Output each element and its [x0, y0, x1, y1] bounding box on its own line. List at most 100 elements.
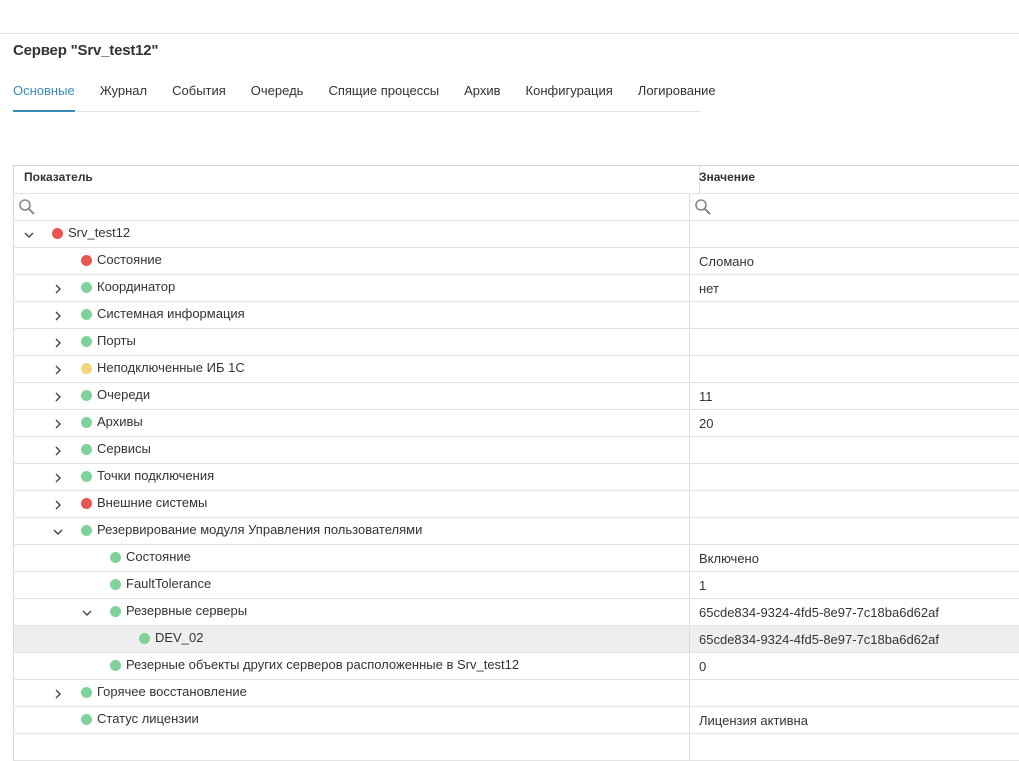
column-header-indicator[interactable]: Показатель [14, 166, 700, 193]
tree-row[interactable] [13, 734, 1019, 761]
chevron-right-icon[interactable] [51, 687, 65, 701]
status-indicator [81, 714, 92, 725]
row-label: Системная информация [97, 306, 245, 321]
tree-row[interactable]: DEV_02 65cde834-9324-4fd5-8e97-7c18ba6d62… [13, 626, 1019, 653]
indicator-cell: Состояние [14, 248, 690, 274]
row-label: Сервисы [97, 441, 151, 456]
row-value: нет [699, 281, 719, 296]
chevron-right-icon[interactable] [51, 336, 65, 350]
row-value: 20 [699, 416, 714, 431]
status-indicator [139, 633, 150, 644]
tree-row[interactable]: Порты [13, 329, 1019, 356]
tab-queue[interactable]: Очередь [251, 84, 304, 111]
value-cell: 65cde834-9324-4fd5-8e97-7c18ba6d62af [690, 599, 1019, 625]
chevron-down-icon[interactable] [51, 525, 65, 539]
row-label: Состояние [97, 252, 162, 267]
tree-row[interactable]: Состояние Включено [13, 545, 1019, 572]
row-value: 11 [699, 389, 713, 404]
tab-logging[interactable]: Логирование [638, 84, 716, 111]
grid-filter-row [13, 194, 1019, 221]
chevron-right-icon[interactable] [51, 444, 65, 458]
tree-row[interactable]: FaultTolerance 1 [13, 572, 1019, 599]
tab-sleeping-processes[interactable]: Спящие процессы [328, 84, 439, 111]
row-label: Резервирование модуля Управления пользов… [97, 522, 423, 537]
tab-main[interactable]: Основные [13, 84, 75, 112]
status-indicator [81, 282, 92, 293]
indicator-filter-field[interactable] [14, 194, 690, 220]
top-divider [0, 33, 1019, 34]
column-header-value[interactable]: Значение [690, 166, 1019, 193]
value-cell: 65cde834-9324-4fd5-8e97-7c18ba6d62af [690, 626, 1019, 652]
chevron-down-icon[interactable] [80, 606, 94, 620]
tab-archive[interactable]: Архив [464, 84, 500, 111]
tree-body: Srv_test12 Состояние Сломано Координатор нет… [13, 221, 1019, 761]
chevron-down-icon[interactable] [22, 228, 36, 242]
chevron-right-icon[interactable] [51, 390, 65, 404]
tree-row[interactable]: Внешние системы [13, 491, 1019, 518]
status-indicator [81, 336, 92, 347]
row-value: 65cde834-9324-4fd5-8e97-7c18ba6d62af [699, 605, 939, 620]
indicator-cell: Системная информация [14, 302, 690, 328]
indicator-cell: Статус лицензии [14, 707, 690, 733]
value-cell [690, 437, 1019, 463]
indicator-cell: DEV_02 [14, 626, 690, 652]
chevron-right-icon[interactable] [51, 498, 65, 512]
value-cell [690, 356, 1019, 382]
value-cell: нет [690, 275, 1019, 301]
status-indicator [81, 525, 92, 536]
row-label: Порты [97, 333, 136, 348]
tab-configuration[interactable]: Конфигурация [526, 84, 613, 111]
row-label: Внешние системы [97, 495, 208, 510]
indicator-cell: Резервные серверы [14, 599, 690, 625]
status-indicator [81, 444, 92, 455]
tree-row[interactable]: Горячее восстановление [13, 680, 1019, 707]
row-label: Очереди [97, 387, 151, 402]
tree-row[interactable]: Архивы 20 [13, 410, 1019, 437]
tree-row[interactable]: Неподключенные ИБ 1С [13, 356, 1019, 383]
value-cell [690, 680, 1019, 706]
tree-row[interactable]: Статус лицензии Лицензия активна [13, 707, 1019, 734]
page-title: Сервер "Srv_test12" [13, 42, 159, 59]
row-value: Включено [699, 551, 759, 566]
search-icon [695, 199, 711, 215]
value-cell [690, 302, 1019, 328]
row-label: Состояние [126, 549, 191, 564]
tree-row[interactable]: Очереди 11 [13, 383, 1019, 410]
status-indicator [81, 687, 92, 698]
tree-grid: Показатель Значение Srv_test12 Состояние С… [13, 165, 1019, 761]
status-indicator [81, 255, 92, 266]
indicator-cell: Состояние [14, 545, 690, 571]
tree-row[interactable]: Состояние Сломано [13, 248, 1019, 275]
tab-journal[interactable]: Журнал [100, 84, 147, 111]
chevron-right-icon[interactable] [51, 282, 65, 296]
chevron-right-icon[interactable] [51, 309, 65, 323]
indicator-cell: Резерные объекты других серверов располо… [14, 653, 690, 679]
status-indicator [81, 363, 92, 374]
row-label: Точки подключения [97, 468, 215, 483]
tree-row[interactable]: Точки подключения [13, 464, 1019, 491]
status-indicator [81, 390, 92, 401]
chevron-right-icon[interactable] [51, 471, 65, 485]
tab-bar: Основные Журнал События Очередь Спящие п… [13, 84, 716, 112]
row-label: Резервные серверы [126, 603, 248, 618]
indicator-cell: Координатор [14, 275, 690, 301]
tree-row[interactable]: Резервные серверы 65cde834-9324-4fd5-8e97… [13, 599, 1019, 626]
chevron-right-icon[interactable] [51, 363, 65, 377]
tree-row[interactable]: Резервирование модуля Управления пользов… [13, 518, 1019, 545]
value-cell: 0 [690, 653, 1019, 679]
row-value: Лицензия активна [699, 713, 808, 728]
status-indicator [81, 471, 92, 482]
tree-row[interactable]: Координатор нет [13, 275, 1019, 302]
tab-events[interactable]: События [172, 84, 226, 111]
value-filter-field[interactable] [690, 194, 1019, 220]
tree-row[interactable]: Srv_test12 [13, 221, 1019, 248]
row-value: 1 [699, 578, 707, 593]
tree-row[interactable]: Системная информация [13, 302, 1019, 329]
value-cell [690, 329, 1019, 355]
chevron-right-icon[interactable] [51, 417, 65, 431]
row-label: Горячее восстановление [97, 684, 247, 699]
tree-row[interactable]: Сервисы [13, 437, 1019, 464]
tree-row[interactable]: Резерные объекты других серверов располо… [13, 653, 1019, 680]
value-cell: 20 [690, 410, 1019, 436]
value-cell: 1 [690, 572, 1019, 598]
